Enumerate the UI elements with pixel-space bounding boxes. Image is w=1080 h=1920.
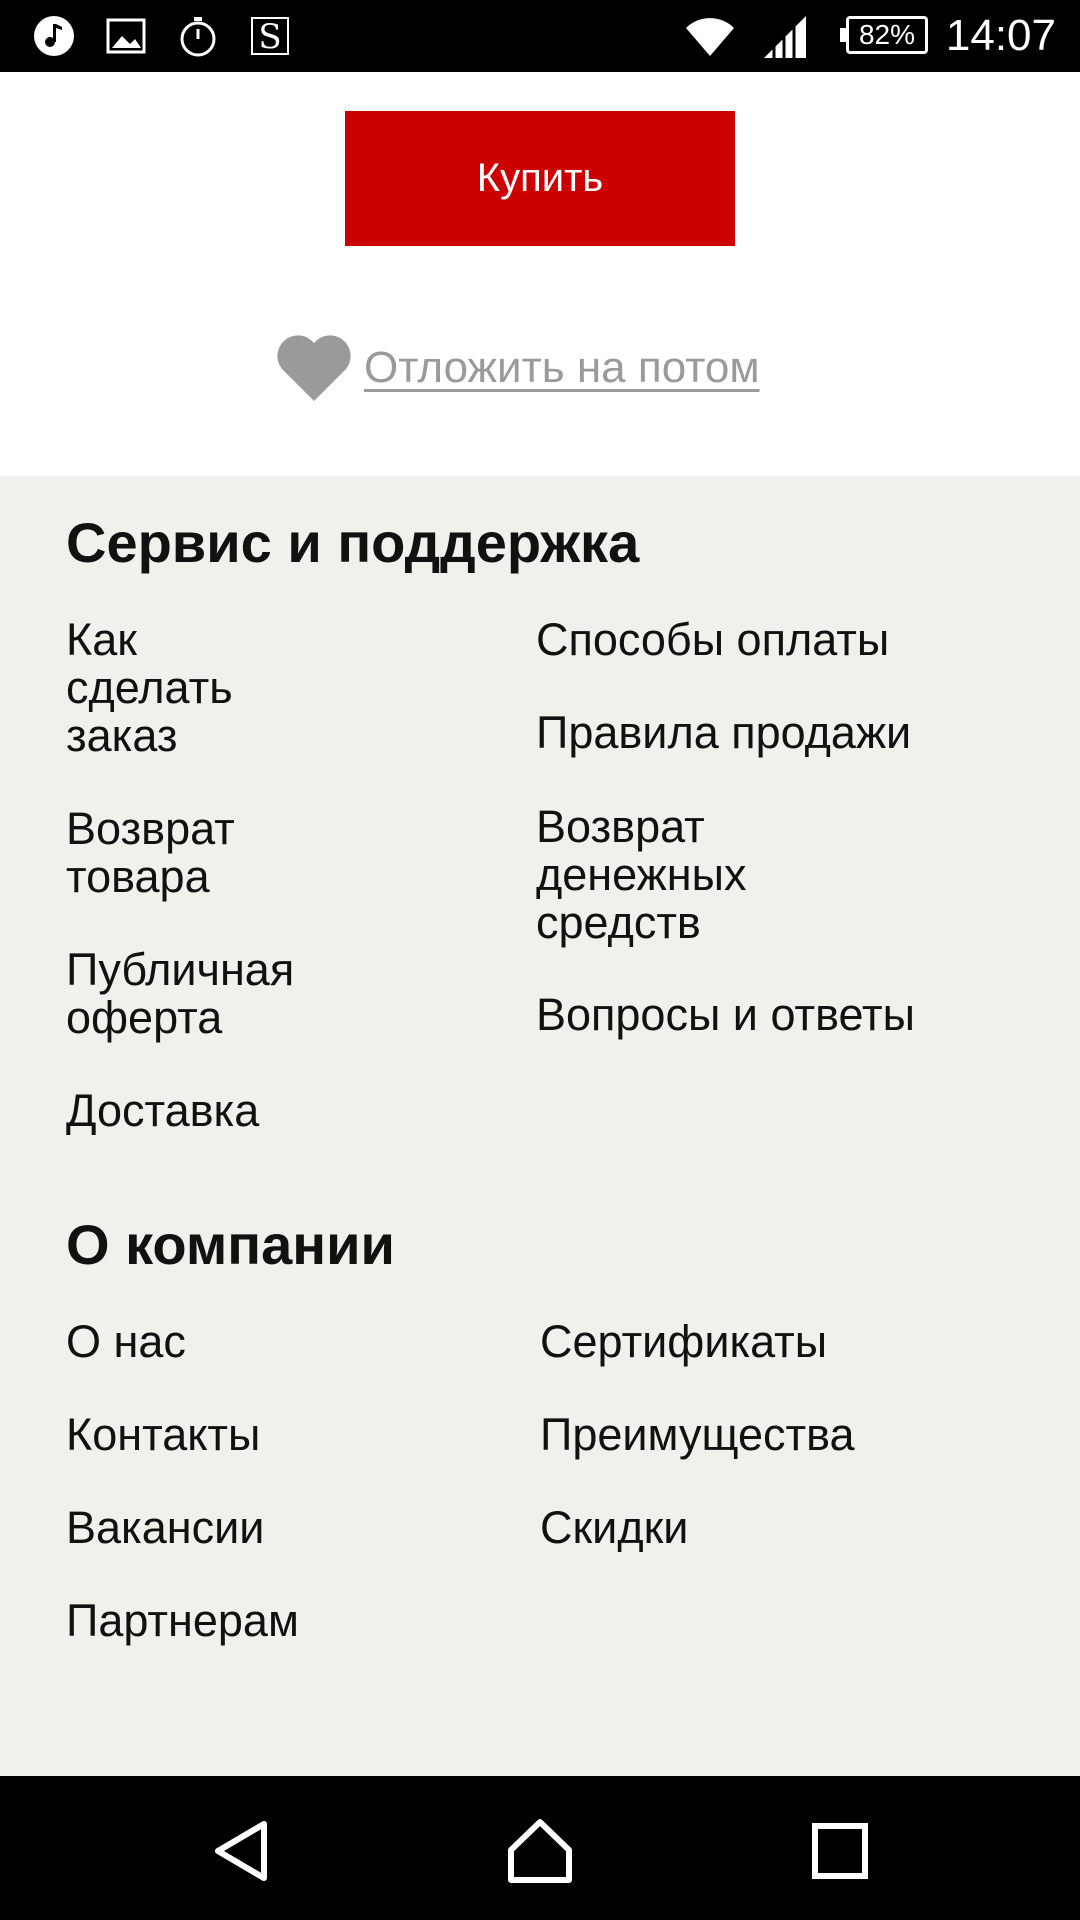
service-section-title: Сервис и поддержка: [66, 511, 640, 574]
navigation-bar: [0, 1776, 1080, 1920]
signal-icon: [764, 16, 806, 58]
link-faq[interactable]: Вопросы и ответы: [536, 991, 996, 1039]
clock: 14:07: [945, 11, 1056, 60]
battery-icon: 82%: [840, 16, 928, 54]
link-discounts[interactable]: Скидки: [540, 1504, 1000, 1552]
link-delivery[interactable]: Доставка: [66, 1087, 386, 1135]
link-sales-rules[interactable]: Правила продажи: [536, 709, 996, 757]
battery-level: 82%: [858, 19, 916, 50]
recents-icon[interactable]: [805, 1816, 875, 1886]
link-public-offer[interactable]: Публичная оферта: [66, 946, 326, 1042]
music-icon: [34, 16, 74, 56]
status-bar: S 82% 14:07: [0, 0, 1080, 72]
back-icon[interactable]: [206, 1816, 276, 1886]
save-for-later-link[interactable]: Отложить на потом: [364, 343, 760, 393]
timer-icon: [180, 17, 216, 57]
svg-text:S: S: [258, 17, 281, 57]
link-payment-methods[interactable]: Способы оплаты: [536, 616, 996, 664]
save-for-later[interactable]: Отложить на потом: [274, 333, 760, 403]
image-icon: [106, 18, 146, 54]
link-partners[interactable]: Партнерам: [66, 1597, 466, 1645]
s-app-icon: S: [251, 17, 289, 57]
link-money-refund[interactable]: Возврат денежных средств: [536, 803, 806, 947]
link-product-return[interactable]: Возврат товара: [66, 805, 286, 901]
link-about-us[interactable]: О нас: [66, 1318, 466, 1366]
wifi-icon: [686, 18, 734, 56]
heart-icon: [277, 335, 351, 401]
link-contacts[interactable]: Контакты: [66, 1411, 466, 1459]
buy-button[interactable]: Купить: [345, 111, 735, 246]
link-how-to-order[interactable]: Как сделать заказ: [66, 616, 286, 760]
home-icon[interactable]: [505, 1816, 575, 1886]
link-certificates[interactable]: Сертификаты: [540, 1318, 1000, 1366]
link-advantages[interactable]: Преимущества: [540, 1411, 1000, 1459]
company-section-title: О компании: [66, 1213, 395, 1276]
link-vacancies[interactable]: Вакансии: [66, 1504, 466, 1552]
